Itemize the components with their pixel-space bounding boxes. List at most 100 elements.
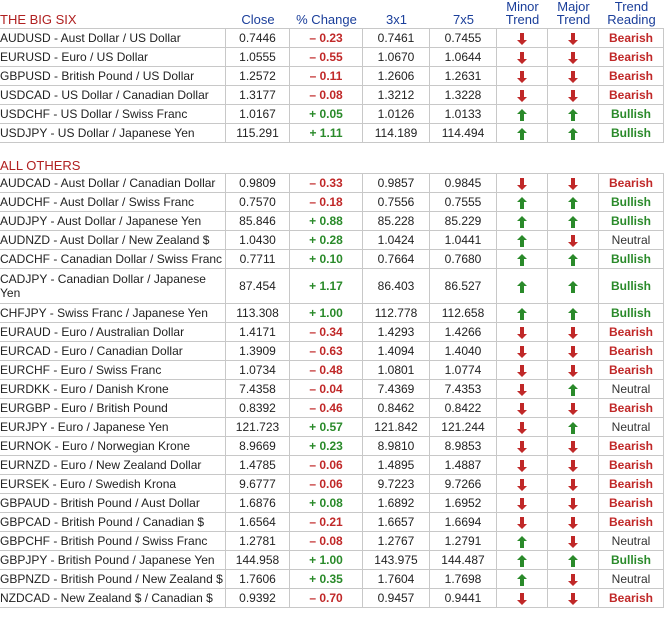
arrow-up-icon [517, 280, 527, 293]
major-trend-cell [548, 250, 599, 269]
arrow-up-icon [568, 196, 578, 209]
ma-7x5-cell: 1.0774 [430, 361, 497, 380]
change-cell: – 0.04 [290, 380, 363, 399]
trend-reading-cell: Bearish [599, 342, 664, 361]
change-cell: + 1.00 [290, 304, 363, 323]
table-row: AUDNZD - Aust Dollar / New Zealand $1.04… [0, 231, 664, 250]
arrow-up-icon [517, 127, 527, 140]
arrow-down-icon [568, 516, 578, 529]
ma-7x5-cell: 121.244 [430, 418, 497, 437]
pair-name-cell: EURGBP - Euro / British Pound [0, 399, 226, 418]
ma-7x5-cell: 1.2791 [430, 532, 497, 551]
ma-7x5-cell: 1.4040 [430, 342, 497, 361]
arrow-up-icon [517, 215, 527, 228]
major-trend-cell [548, 212, 599, 231]
close-cell: 1.4785 [226, 456, 290, 475]
major-trend-cell [548, 342, 599, 361]
change-cell: – 0.11 [290, 67, 363, 86]
arrow-down-icon [517, 51, 527, 64]
change-cell: + 0.08 [290, 494, 363, 513]
major-trend-cell [548, 399, 599, 418]
trend-reading-cell: Bullish [599, 193, 664, 212]
col-7x5-header: 7x5 [453, 12, 474, 27]
arrow-up-icon [568, 127, 578, 140]
minor-trend-cell [497, 494, 548, 513]
minor-trend-cell [497, 250, 548, 269]
ma-7x5-cell: 0.7555 [430, 193, 497, 212]
arrow-down-icon [568, 592, 578, 605]
pair-name-cell: EURNOK - Euro / Norwegian Krone [0, 437, 226, 456]
change-cell: – 0.18 [290, 193, 363, 212]
table-row: AUDCHF - Aust Dollar / Swiss Franc 0.7570… [0, 193, 664, 212]
change-cell: – 0.21 [290, 513, 363, 532]
pair-name-cell: NZDCAD - New Zealand $ / Canadian $ [0, 589, 226, 608]
pair-name-cell: USDCHF - US Dollar / Swiss Franc [0, 105, 226, 124]
arrow-down-icon [517, 383, 527, 396]
pair-name-cell: EURCAD - Euro / Canadian Dollar [0, 342, 226, 361]
col-minor-trend-header: Minor Trend [497, 0, 548, 28]
trend-reading-cell: Bearish [599, 456, 664, 475]
trend-reading-cell: Bullish [599, 551, 664, 570]
arrow-down-icon [568, 573, 578, 586]
change-cell: + 1.00 [290, 551, 363, 570]
arrow-up-icon [517, 573, 527, 586]
major-trend-cell [548, 124, 599, 143]
arrow-down-icon [517, 459, 527, 472]
table-row: EURAUD - Euro / Australian Dollar 1.4171–… [0, 323, 664, 342]
ma-3x1-cell: 1.0801 [363, 361, 430, 380]
close-cell: 85.846 [226, 212, 290, 231]
arrow-up-icon [568, 215, 578, 228]
arrow-down-icon [517, 592, 527, 605]
change-cell: – 0.06 [290, 456, 363, 475]
minor-trend-cell [497, 86, 548, 105]
ma-3x1-cell: 85.228 [363, 212, 430, 231]
ma-3x1-cell: 143.975 [363, 551, 430, 570]
arrow-up-icon [517, 196, 527, 209]
minor-trend-cell [497, 456, 548, 475]
arrow-up-icon [517, 234, 527, 247]
close-cell: 0.7711 [226, 250, 290, 269]
minor-trend-cell [497, 418, 548, 437]
arrow-down-icon [568, 345, 578, 358]
trend-reading-cell: Bearish [599, 437, 664, 456]
arrow-down-icon [517, 345, 527, 358]
close-cell: 8.9669 [226, 437, 290, 456]
ma-7x5-cell: 0.7680 [430, 250, 497, 269]
minor-trend-cell [497, 342, 548, 361]
ma-3x1-cell: 1.0424 [363, 231, 430, 250]
minor-trend-cell [497, 589, 548, 608]
major-trend-cell [548, 570, 599, 589]
pair-name-cell: EURDKK - Euro / Danish Krone [0, 380, 226, 399]
arrow-down-icon [568, 51, 578, 64]
close-cell: 0.7570 [226, 193, 290, 212]
minor-trend-cell [497, 105, 548, 124]
close-cell: 1.6564 [226, 513, 290, 532]
arrow-down-icon [568, 364, 578, 377]
pair-name-cell: EURNZD - Euro / New Zealand Dollar [0, 456, 226, 475]
minor-trend-header-bottom: Trend [505, 12, 540, 27]
ma-3x1-cell: 1.0126 [363, 105, 430, 124]
table-row: GBPCHF - British Pound / Swiss Franc 1.27… [0, 532, 664, 551]
ma-3x1-cell: 1.7604 [363, 570, 430, 589]
table-row: CHFJPY - Swiss Franc / Japanese Yen 113.3… [0, 304, 664, 323]
change-cell: + 0.05 [290, 105, 363, 124]
minor-trend-cell [497, 399, 548, 418]
ma-7x5-cell: 1.4887 [430, 456, 497, 475]
trend-reading-cell: Bullish [599, 105, 664, 124]
ma-7x5-cell: 1.4266 [430, 323, 497, 342]
trend-reading-cell: Neutral [599, 380, 664, 399]
close-cell: 1.0430 [226, 231, 290, 250]
pair-name-cell: CHFJPY - Swiss Franc / Japanese Yen [0, 304, 226, 323]
arrow-down-icon [517, 177, 527, 190]
major-trend-cell [548, 269, 599, 304]
pair-name-cell: GBPCAD - British Pound / Canadian $ [0, 513, 226, 532]
ma-7x5-cell: 1.7698 [430, 570, 497, 589]
major-trend-cell [548, 48, 599, 67]
arrow-down-icon [568, 89, 578, 102]
change-cell: + 0.28 [290, 231, 363, 250]
minor-trend-cell [497, 193, 548, 212]
table-row: EURCAD - Euro / Canadian Dollar 1.3909– 0… [0, 342, 664, 361]
arrow-down-icon [517, 402, 527, 415]
arrow-down-icon [568, 177, 578, 190]
arrow-down-icon [568, 326, 578, 339]
